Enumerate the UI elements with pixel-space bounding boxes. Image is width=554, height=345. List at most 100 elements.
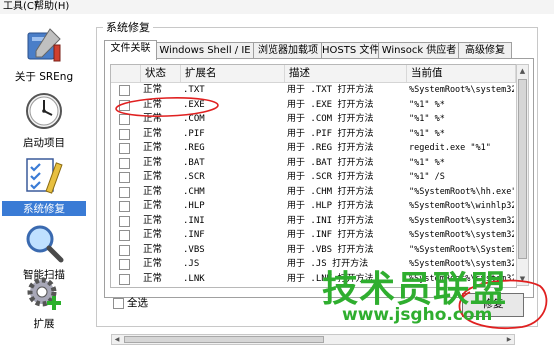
table-row[interactable]: 正常 .TXT 用于 .TXT 打开方法 %SystemRoot%\system32\ xyxy=(111,83,516,98)
extension-cell: .INF xyxy=(183,230,205,240)
table-row[interactable]: 正常 .BAT 用于 .BAT 打开方法 "%1" %* xyxy=(111,156,516,171)
tab-hosts-file[interactable]: HOSTS 文件 xyxy=(321,42,380,59)
current-value-cell: "%1" /S xyxy=(409,172,445,182)
table-row[interactable]: 正常 .REG 用于 .REG 打开方法 regedit.exe "%1" xyxy=(111,141,516,156)
status-cell: 正常 xyxy=(143,200,163,211)
current-value-cell: "%1" %* xyxy=(409,157,445,168)
description-cell: 用于 .INF 打开方法 xyxy=(287,230,374,240)
table-row[interactable]: 正常 .SCR 用于 .SCR 打开方法 "%1" /S xyxy=(111,170,516,185)
tab-advanced-repair[interactable]: 高级修复 xyxy=(458,42,512,59)
status-cell: 正常 xyxy=(143,272,163,284)
sidebar-item-startup[interactable]: 启动项目 xyxy=(2,85,86,155)
extension-cell: .JS xyxy=(183,259,200,269)
description-cell: 用于 .LNK 打开方法 xyxy=(287,273,374,284)
description-cell: 用于 .SCR 打开方法 xyxy=(287,172,374,182)
table-row[interactable]: 正常 .INI 用于 .INI 打开方法 %SystemRoot%\system32\ xyxy=(111,214,516,229)
status-cell: 正常 xyxy=(143,185,163,197)
table-row[interactable]: 正常 .LNK 用于 .LNK 打开方法 %SystemRoot%\system32\ xyxy=(111,272,516,287)
tab-file-association[interactable]: 文件关联 xyxy=(104,40,157,60)
table-row[interactable]: 正常 .VBS 用于 .VBS 打开方法 "%SystemRoot%\System32 xyxy=(111,243,516,258)
sidebar-item-label: 关于 SREng xyxy=(14,71,74,83)
row-checkbox[interactable] xyxy=(119,143,130,154)
group-title: 系统修复 xyxy=(103,19,153,35)
sidebar: 关于 SREng 启动项目 系统修复 智能扫描 扩展 xyxy=(0,14,88,331)
list-header: 状态 扩展名 描述 当前值 xyxy=(111,65,516,83)
magnifier-icon xyxy=(26,225,64,263)
row-checkbox[interactable] xyxy=(119,186,130,198)
row-checkbox[interactable] xyxy=(119,128,130,140)
table-row[interactable]: 正常 .PIF 用于 .PIF 打开方法 "%1" %* xyxy=(111,127,516,142)
table-row[interactable]: 正常 .JS 用于 .JS 打开方法 %SystemRoot%\system32\ xyxy=(111,257,516,272)
scroll-right-arrow-icon[interactable]: ▶ xyxy=(504,335,514,344)
extension-cell: .LNK xyxy=(183,273,205,284)
horizontal-scroll-thumb[interactable] xyxy=(124,336,324,343)
description-cell: 用于 .PIF 打开方法 xyxy=(287,128,374,139)
gear-plus-icon xyxy=(27,277,61,310)
row-checkbox[interactable] xyxy=(119,201,130,212)
horizontal-scrollbar[interactable]: ◀ ▶ xyxy=(111,334,515,345)
table-row[interactable]: 正常 .HLP 用于 .HLP 打开方法 %SystemRoot%\winhlp32. xyxy=(111,199,516,214)
column-header-status[interactable]: 状态 xyxy=(141,65,181,82)
row-checkbox[interactable] xyxy=(119,230,130,241)
scroll-down-arrow-icon[interactable]: ▼ xyxy=(517,273,528,285)
extension-cell: .BAT xyxy=(183,157,205,168)
tab-panel: 状态 扩展名 描述 当前值 正常 .TXT 用于 .TXT 打开方法 %SystemR… xyxy=(104,58,534,345)
menu-tools[interactable]: 工具(C) xyxy=(3,0,38,14)
tab-windows-shell-ie[interactable]: Windows Shell / IE xyxy=(155,42,255,59)
menu-help[interactable]: 帮助(H) xyxy=(34,0,69,14)
select-all-checkbox[interactable]: 全选 xyxy=(113,296,173,310)
column-header-extension[interactable]: 扩展名 xyxy=(181,65,285,82)
tab-browser-addons[interactable]: 浏览器加载项 xyxy=(253,42,323,59)
table-row[interactable]: 正常 .CHM 用于 .CHM 打开方法 "%SystemRoot%\hh.exe" xyxy=(111,185,516,200)
column-header-description[interactable]: 描述 xyxy=(285,65,407,82)
column-header-check[interactable] xyxy=(111,65,141,82)
file-association-list: 状态 扩展名 描述 当前值 正常 .TXT 用于 .TXT 打开方法 %SystemR… xyxy=(110,64,517,288)
description-cell: 用于 .VBS 打开方法 xyxy=(287,244,374,255)
row-checkbox[interactable] xyxy=(119,172,130,183)
vertical-scroll-thumb[interactable] xyxy=(518,79,527,259)
sidebar-item-system-repair[interactable]: 系统修复 xyxy=(2,151,86,221)
current-value-cell: %SystemRoot%\system32\ xyxy=(409,215,514,226)
extension-cell: .EXE xyxy=(183,99,205,110)
row-checkbox[interactable] xyxy=(119,259,130,270)
extension-cell: .INI xyxy=(183,215,205,226)
row-checkbox[interactable] xyxy=(119,114,130,125)
table-row[interactable]: 正常 .EXE 用于 .EXE 打开方法 "%1" %* xyxy=(111,98,516,113)
vertical-scrollbar[interactable]: ▲ ▼ xyxy=(516,64,529,286)
sidebar-item-about[interactable]: 关于 SREng xyxy=(2,19,86,89)
current-value-cell: "%1" %* xyxy=(409,128,445,139)
sidebar-item-extensions[interactable]: 扩展 xyxy=(2,266,86,336)
table-row[interactable]: 正常 .INF 用于 .INF 打开方法 %SystemRoot%\system32\ xyxy=(111,228,516,243)
tab-winsock-provider[interactable]: Winsock 供应者 xyxy=(378,42,460,59)
current-value-cell: "%SystemRoot%\System32 xyxy=(409,244,514,255)
row-checkbox[interactable] xyxy=(119,215,130,227)
row-checkbox[interactable] xyxy=(119,273,130,285)
repair-button[interactable]: 修复 xyxy=(462,293,524,317)
tools-icon xyxy=(27,28,61,62)
current-value-cell: %SystemRoot%\system32\ xyxy=(409,273,514,284)
row-checkbox[interactable] xyxy=(119,244,130,256)
status-cell: 正常 xyxy=(143,84,163,95)
description-cell: 用于 .JS 打开方法 xyxy=(287,259,369,269)
extension-cell: .VBS xyxy=(183,244,205,255)
scroll-left-arrow-icon[interactable]: ◀ xyxy=(112,335,122,344)
column-header-current-value[interactable]: 当前值 xyxy=(407,65,516,82)
current-value-cell: "%1" %* xyxy=(409,114,445,124)
scroll-up-arrow-icon[interactable]: ▲ xyxy=(517,65,528,77)
extension-cell: .PIF xyxy=(183,128,205,139)
row-checkbox[interactable] xyxy=(119,99,130,111)
row-checkbox[interactable] xyxy=(119,85,130,96)
select-all-box[interactable] xyxy=(113,298,124,309)
description-cell: 用于 .INI 打开方法 xyxy=(287,215,374,226)
clock-icon xyxy=(26,93,62,129)
description-cell: 用于 .EXE 打开方法 xyxy=(287,99,374,110)
description-cell: 用于 .REG 打开方法 xyxy=(287,143,374,153)
select-all-label: 全选 xyxy=(127,297,148,309)
current-value-cell: "%1" %* xyxy=(409,99,445,110)
description-cell: 用于 .COM 打开方法 xyxy=(287,114,374,124)
status-cell: 正常 xyxy=(143,156,163,168)
table-row[interactable]: 正常 .COM 用于 .COM 打开方法 "%1" %* xyxy=(111,112,516,127)
extension-cell: .COM xyxy=(183,114,205,124)
row-checkbox[interactable] xyxy=(119,157,130,169)
extension-cell: .CHM xyxy=(183,186,205,197)
